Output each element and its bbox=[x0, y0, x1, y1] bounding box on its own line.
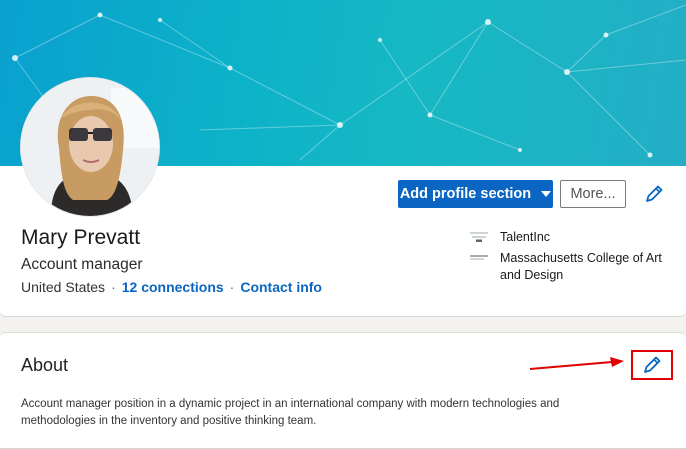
company-logo-icon bbox=[468, 230, 490, 244]
org-name: TalentInc bbox=[500, 230, 551, 244]
profile-name: Mary Prevatt bbox=[21, 226, 141, 249]
caret-down-icon bbox=[541, 191, 552, 197]
about-title: About bbox=[21, 355, 69, 375]
separator-dot: · bbox=[229, 279, 235, 295]
profile-headline: Account manager bbox=[21, 256, 143, 273]
separator-dot: · bbox=[111, 279, 116, 295]
pencil-icon[interactable] bbox=[644, 184, 664, 204]
org-item-talentinc[interactable]: TalentInc bbox=[468, 229, 550, 246]
add-profile-section-label: Add profile section bbox=[399, 186, 532, 202]
about-card: About Account manager position in a dyna… bbox=[0, 332, 686, 449]
profile-card: Add profile section More... Mary Prevatt… bbox=[0, 0, 686, 317]
profile-avatar[interactable] bbox=[21, 78, 159, 216]
school-logo-icon bbox=[468, 251, 490, 265]
org-item-massart[interactable]: Massachusetts College of Art and Design bbox=[468, 250, 670, 284]
more-button[interactable]: More... bbox=[560, 180, 626, 208]
pencil-icon[interactable] bbox=[642, 355, 662, 375]
profile-location: United States bbox=[21, 279, 106, 295]
add-profile-section-button[interactable]: Add profile section bbox=[398, 180, 553, 208]
red-arrow-annotation bbox=[529, 357, 624, 370]
connections-link[interactable]: 12 connections bbox=[122, 279, 224, 295]
edit-about-highlight[interactable] bbox=[631, 350, 673, 380]
about-text: Account manager position in a dynamic pr… bbox=[21, 398, 560, 427]
org-name: Massachusetts College of Art and Design bbox=[500, 251, 662, 282]
contact-info-link[interactable]: Contact info bbox=[240, 279, 322, 295]
avatar-photo bbox=[21, 78, 159, 216]
profile-meta-row: United States · 12 connections · Contact inf… bbox=[21, 279, 322, 295]
